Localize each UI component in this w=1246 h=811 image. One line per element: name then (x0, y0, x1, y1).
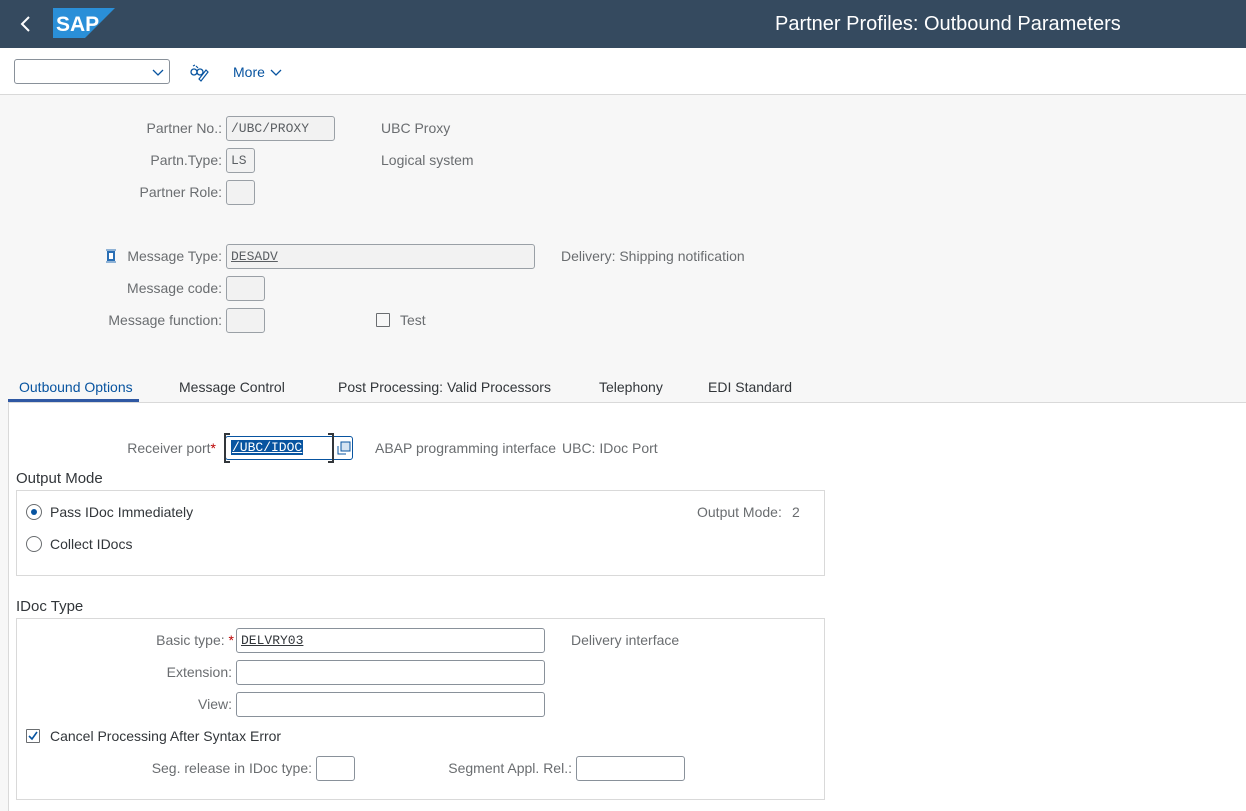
command-dropdown[interactable] (14, 59, 170, 84)
seg-release-field[interactable] (316, 756, 355, 781)
chevron-down-icon (270, 69, 282, 76)
segment-appl-rel-field[interactable] (576, 756, 685, 781)
message-type-value: DESADV (231, 249, 278, 264)
toolbar: More (0, 48, 1246, 95)
back-button[interactable] (18, 12, 38, 36)
collect-idocs-radio[interactable] (26, 536, 42, 552)
tab-edi-standard[interactable]: EDI Standard (708, 379, 792, 396)
tab-bar: Outbound Options Message Control Post Pr… (8, 372, 1246, 403)
message-code-field[interactable] (226, 276, 265, 301)
basic-type-value: DELVRY03 (241, 633, 304, 648)
partner-no-description: UBC Proxy (381, 120, 451, 136)
receiver-port-field[interactable]: /UBC/IDOC (224, 433, 355, 463)
required-marker: * (224, 632, 234, 648)
cancel-processing-checkbox[interactable] (26, 729, 40, 743)
active-tab-indicator (8, 399, 139, 402)
partner-role-field[interactable] (226, 180, 255, 205)
glasses-pencil-icon (190, 64, 209, 82)
basic-type-label-text: Basic type: (156, 632, 225, 648)
output-mode-label: Output Mode: (697, 504, 782, 520)
partner-no-field[interactable]: /UBC/PROXY (226, 116, 335, 141)
sap-logo: SAP (53, 8, 115, 38)
test-label: Test (400, 312, 426, 328)
receiver-port-value: /UBC/IDOC (231, 440, 304, 455)
receiver-port-type: ABAP programming interface (375, 440, 557, 456)
value-help-icon[interactable] (336, 440, 352, 456)
checkmark-icon (28, 731, 38, 741)
segment-appl-rel-label: Segment Appl. Rel.: (448, 760, 572, 776)
chevron-left-icon (20, 16, 30, 32)
extension-field[interactable] (236, 660, 545, 685)
partn-type-label: Partn.Type: (150, 152, 222, 168)
more-menu-button[interactable]: More (233, 64, 282, 81)
basic-type-label: Basic type: * (100, 632, 234, 649)
shell-bar: SAP Partner Profiles: Outbound Parameter… (0, 0, 1246, 48)
idoc-type-title: IDoc Type (16, 598, 84, 615)
partn-type-description: Logical system (381, 152, 474, 168)
collect-idocs-label: Collect IDocs (50, 536, 133, 552)
display-change-button[interactable] (189, 62, 209, 82)
message-function-field[interactable] (226, 308, 265, 333)
pass-idoc-immediately-radio[interactable] (26, 504, 42, 520)
output-mode-group (16, 490, 825, 576)
chevron-down-icon (152, 69, 164, 76)
required-marker: * (210, 440, 216, 456)
tab-telephony[interactable]: Telephony (599, 379, 663, 396)
view-field[interactable] (236, 692, 545, 717)
partner-no-label: Partner No.: (146, 120, 222, 136)
extension-label: Extension: (166, 664, 232, 680)
seg-release-label: Seg. release in IDoc type: (151, 760, 312, 776)
tab-message-control[interactable]: Message Control (179, 379, 285, 396)
page-title: Partner Profiles: Outbound Parameters (775, 13, 1121, 35)
svg-text:SAP: SAP (56, 13, 99, 36)
partner-role-label: Partner Role: (139, 184, 222, 200)
output-mode-value: 2 (792, 504, 800, 520)
basic-type-field[interactable]: DELVRY03 (236, 628, 545, 653)
output-mode-title: Output Mode (16, 470, 103, 487)
message-type-label: Message Type: (127, 248, 222, 264)
basic-type-description: Delivery interface (571, 632, 680, 648)
message-code-label: Message code: (127, 280, 222, 296)
message-type-field[interactable]: DESADV (226, 244, 535, 269)
partn-type-field[interactable]: LS (226, 148, 255, 173)
receiver-port-description: UBC: IDoc Port (562, 440, 658, 456)
more-label: More (233, 64, 265, 80)
pass-idoc-immediately-label: Pass IDoc Immediately (50, 504, 194, 520)
message-type-description: Delivery: Shipping notification (561, 248, 745, 264)
receiver-port-label-text: Receiver port (127, 440, 211, 456)
view-label: View: (198, 696, 232, 712)
cancel-processing-label: Cancel Processing After Syntax Error (50, 728, 282, 744)
receiver-port-label: Receiver port* (100, 440, 216, 457)
tab-outbound-options[interactable]: Outbound Options (19, 379, 133, 396)
message-function-label: Message function: (108, 312, 222, 328)
test-checkbox[interactable] (376, 313, 390, 327)
tab-post-processing[interactable]: Post Processing: Valid Processors (338, 379, 551, 396)
